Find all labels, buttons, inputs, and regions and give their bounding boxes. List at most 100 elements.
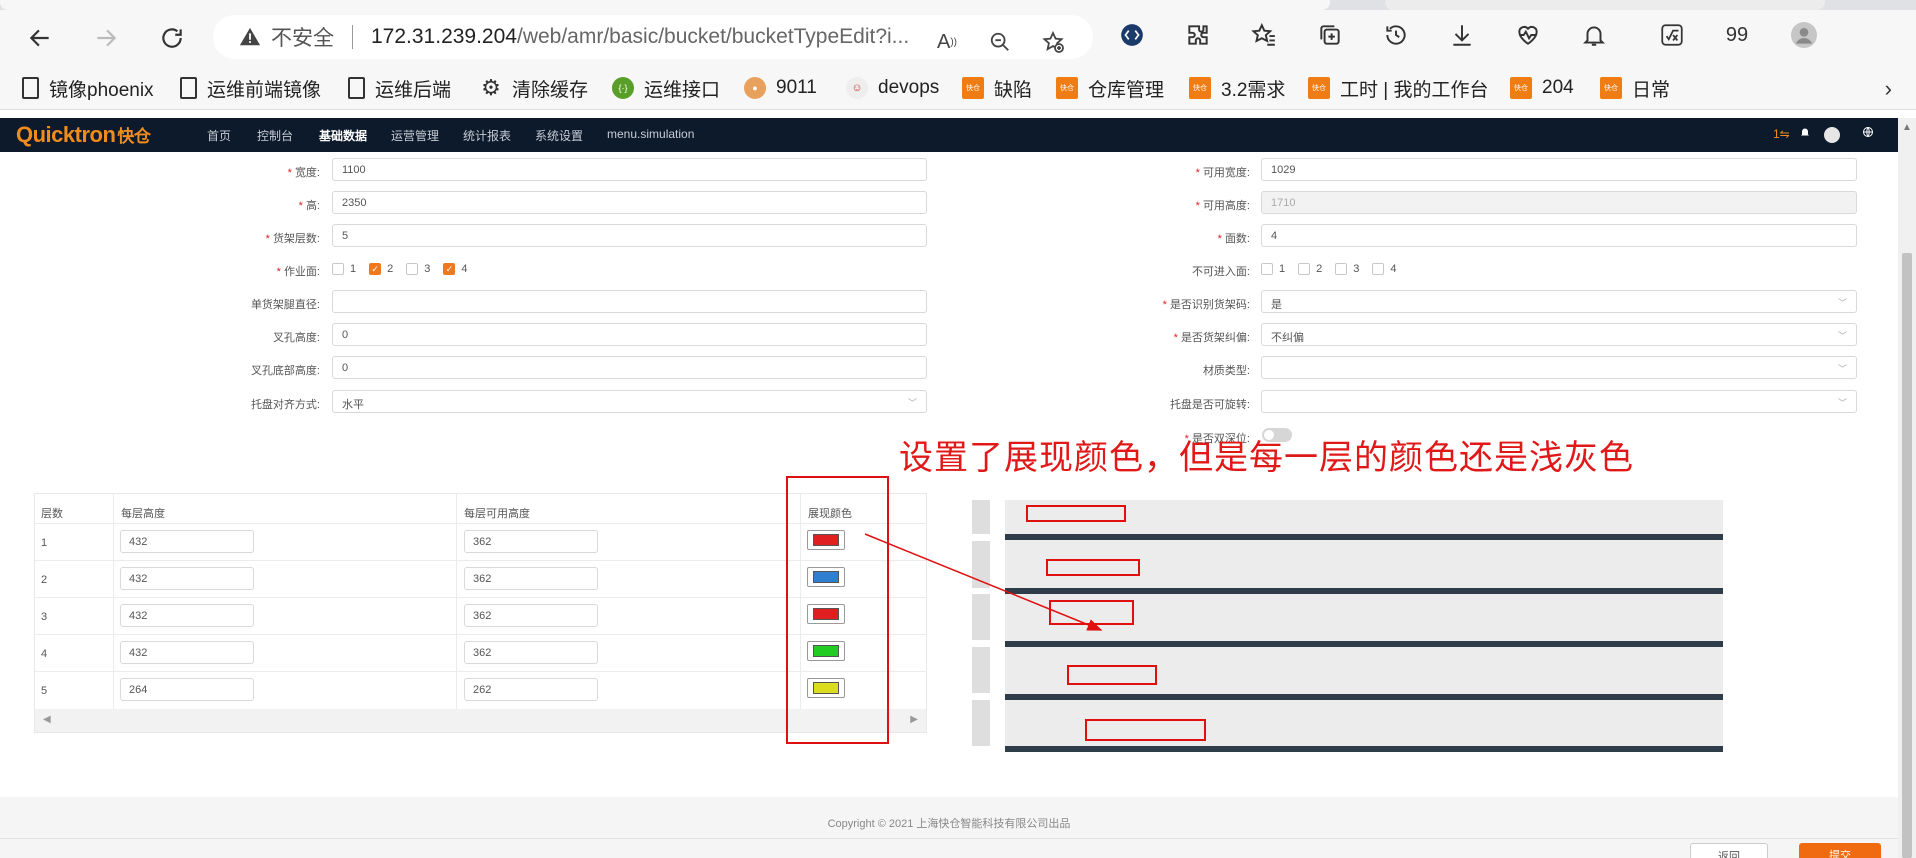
pallet-rotate-select[interactable]: ﹀	[1261, 390, 1857, 413]
layer-usable-height-input[interactable]: 362	[464, 641, 598, 664]
fork-hole-bottom-input[interactable]: 0	[332, 356, 927, 379]
layer-usable-height-input[interactable]: 262	[464, 678, 598, 701]
chevron-right-icon[interactable]: ›	[1885, 76, 1892, 102]
pallet-align-select[interactable]: 水平 ﹀	[332, 390, 927, 413]
layer-usable-height-input[interactable]: 362	[464, 604, 598, 627]
bookmark-1[interactable]: 运维前端镜像	[180, 74, 321, 102]
layer-height-input[interactable]: 432	[120, 641, 254, 664]
checkbox-checked[interactable]: ✓	[443, 263, 456, 275]
no-entry-face-1[interactable]: 1	[1261, 263, 1285, 275]
width-input[interactable]: 1100	[332, 158, 927, 181]
shelf-correction-select[interactable]: 不纠偏 ﹀	[1261, 323, 1857, 346]
bookmark-0[interactable]: 镜像phoenix	[22, 74, 154, 102]
checkbox[interactable]	[1261, 263, 1273, 275]
work-face-checkboxes: 1 ✓ 2 3 ✓ 4	[332, 263, 481, 275]
shelf-layers-input[interactable]: 5	[332, 224, 927, 247]
back-icon[interactable]	[22, 20, 58, 56]
scroll-right-icon[interactable]: ▶	[910, 714, 918, 725]
checkbox[interactable]	[1335, 263, 1348, 275]
leg-diameter-input[interactable]	[332, 290, 927, 313]
chevron-down-icon: ﹀	[1837, 331, 1847, 341]
add-favorite-icon[interactable]	[1041, 30, 1065, 54]
forward-icon[interactable]	[88, 20, 124, 56]
menu-console[interactable]: 控制台	[257, 127, 293, 144]
work-face-3[interactable]: 3	[406, 263, 430, 275]
bookmark-10[interactable]: 快仓 工时 | 我的工作台	[1308, 74, 1489, 102]
layer-height-input[interactable]: 432	[120, 567, 254, 590]
bookmark-8[interactable]: 快仓 仓库管理	[1056, 74, 1164, 102]
url-text[interactable]: 172.31.239.204/web/amr/basic/bucket/buck…	[371, 25, 931, 49]
scroll-thumb[interactable]	[1902, 253, 1912, 858]
checkbox[interactable]	[1298, 263, 1311, 275]
download-icon[interactable]	[1447, 20, 1477, 50]
quote-extension-icon[interactable]: 99	[1722, 20, 1752, 50]
scroll-left-icon[interactable]: ◀	[43, 714, 51, 725]
bookmark-6[interactable]: ☺ devops	[846, 74, 939, 102]
submit-button[interactable]: 提交	[1799, 843, 1881, 858]
checkbox-label: 4	[461, 263, 468, 275]
usable-width-input[interactable]: 1029	[1261, 158, 1857, 181]
bookmarks-bar: 镜像phoenix 运维前端镜像 运维后端 ⚙ 清除缓存 {·} 运维接口 ● 901…	[0, 66, 1916, 110]
scroll-up-icon[interactable]: ▲	[1902, 122, 1912, 133]
layer-usable-height-input[interactable]: 362	[464, 530, 598, 553]
checkbox[interactable]	[1372, 263, 1385, 275]
menu-basic-data[interactable]: 基础数据	[319, 127, 367, 144]
profile-avatar-icon[interactable]	[1789, 20, 1819, 50]
material-type-select[interactable]: ﹀	[1261, 356, 1857, 379]
bookmark-2[interactable]: 运维后端	[348, 74, 451, 102]
bookmark-label: 仓库管理	[1088, 79, 1165, 101]
no-entry-face-3[interactable]: 3	[1335, 263, 1359, 275]
menu-home[interactable]: 首页	[207, 127, 231, 144]
devtools-extension-icon[interactable]	[1117, 20, 1147, 50]
bookmark-4[interactable]: {·} 运维接口	[612, 74, 720, 102]
layer-height-input[interactable]: 264	[120, 678, 254, 701]
refresh-icon[interactable]	[154, 20, 190, 56]
user-avatar[interactable]	[1824, 127, 1840, 143]
bookmark-5[interactable]: ● 9011	[744, 74, 817, 102]
read-aloud-icon[interactable]: A))	[935, 30, 959, 54]
bookmark-9[interactable]: 快仓 3.2需求	[1189, 74, 1285, 102]
back-button[interactable]: 返回	[1690, 843, 1768, 858]
extensions-icon[interactable]	[1183, 20, 1213, 50]
menu-simulation[interactable]: menu.simulation	[607, 127, 694, 141]
bookmark-3[interactable]: ⚙ 清除缓存	[480, 74, 588, 102]
work-face-1[interactable]: 1	[332, 263, 356, 275]
layer-height-input[interactable]: 432	[120, 530, 254, 553]
checkbox[interactable]	[406, 263, 419, 275]
menu-reports[interactable]: 统计报表	[463, 127, 511, 144]
work-face-4[interactable]: ✓ 4	[443, 263, 468, 275]
other-tab[interactable]	[1385, 0, 1825, 10]
address-bar[interactable]: 不安全 172.31.239.204/web/amr/basic/bucket/…	[213, 15, 1093, 59]
checkbox[interactable]	[332, 263, 344, 275]
menu-settings[interactable]: 系统设置	[535, 127, 583, 144]
layer-height-input[interactable]: 432	[120, 604, 254, 627]
page-icon	[348, 77, 365, 99]
bell-icon[interactable]	[1799, 126, 1811, 141]
warning-icon[interactable]	[239, 26, 261, 48]
alert-count[interactable]: 1⇋	[1773, 127, 1790, 141]
page-scrollbar[interactable]: ▲	[1898, 118, 1916, 858]
language-globe-icon[interactable]	[1862, 126, 1874, 141]
history-icon[interactable]	[1381, 20, 1411, 50]
favorites-icon[interactable]	[1249, 20, 1279, 50]
no-entry-face-4[interactable]: 4	[1372, 263, 1397, 275]
zoom-out-icon[interactable]	[988, 30, 1012, 54]
recognize-code-select[interactable]: 是 ﹀	[1261, 290, 1857, 313]
checkbox-checked[interactable]: ✓	[369, 263, 382, 275]
bookmark-12[interactable]: 快仓 日常	[1600, 74, 1670, 102]
work-face-2[interactable]: ✓ 2	[369, 263, 393, 275]
height-input[interactable]: 2350	[332, 191, 927, 214]
bookmark-11[interactable]: 快仓 204	[1510, 74, 1574, 102]
performance-icon[interactable]	[1513, 20, 1543, 50]
math-solver-icon[interactable]	[1657, 20, 1687, 50]
collections-icon[interactable]	[1315, 20, 1345, 50]
fork-hole-height-input[interactable]: 0	[332, 323, 927, 346]
menu-operations[interactable]: 运营管理	[391, 127, 439, 144]
logo[interactable]: Quicktron 快仓	[16, 122, 151, 148]
layer-usable-height-input[interactable]: 362	[464, 567, 598, 590]
bookmark-7[interactable]: 快仓 缺陷	[962, 74, 1032, 102]
no-entry-face-2[interactable]: 2	[1298, 263, 1322, 275]
face-count-input[interactable]: 4	[1261, 224, 1857, 247]
notifications-icon[interactable]	[1579, 20, 1609, 50]
active-tab[interactable]	[0, 0, 1330, 10]
